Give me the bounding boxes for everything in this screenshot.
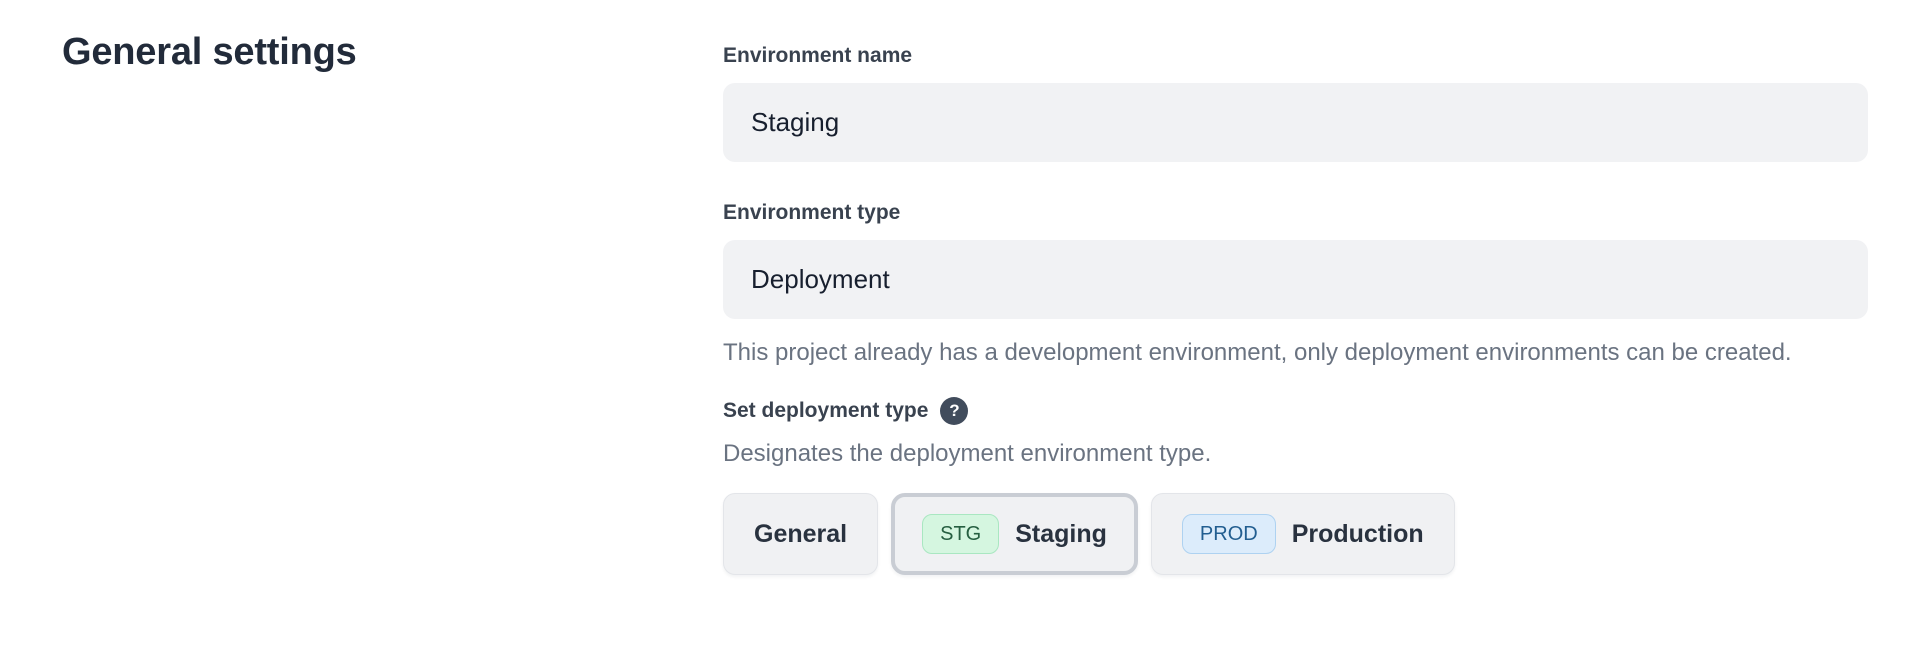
environment-name-input[interactable] — [723, 83, 1868, 162]
staging-badge: STG — [922, 514, 999, 554]
environment-name-label: Environment name — [723, 44, 1868, 68]
option-staging-label: Staging — [1015, 520, 1107, 549]
environment-type-input[interactable] — [723, 240, 1868, 319]
deployment-type-option-general[interactable]: General — [723, 493, 878, 575]
environment-type-label: Environment type — [723, 201, 1868, 225]
section-title-column: General settings — [0, 30, 723, 575]
deployment-type-description: Designates the deployment environment ty… — [723, 439, 1868, 469]
deployment-type-option-production[interactable]: PROD Production — [1151, 493, 1455, 575]
deployment-type-options: General STG Staging PROD Production — [723, 493, 1868, 575]
deployment-type-label: Set deployment type — [723, 399, 928, 423]
option-general-label: General — [754, 520, 847, 549]
general-settings-section: General settings Environment name Enviro… — [0, 0, 1916, 575]
environment-type-helper-text: This project already has a development e… — [723, 332, 1868, 373]
page-title: General settings — [62, 30, 723, 74]
settings-form: Environment name Environment type This p… — [723, 30, 1868, 575]
deployment-type-label-row: Set deployment type ? — [723, 397, 1868, 425]
production-badge: PROD — [1182, 514, 1276, 554]
option-production-label: Production — [1292, 520, 1424, 549]
question-mark-icon[interactable]: ? — [940, 397, 968, 425]
deployment-type-option-staging[interactable]: STG Staging — [891, 493, 1138, 575]
